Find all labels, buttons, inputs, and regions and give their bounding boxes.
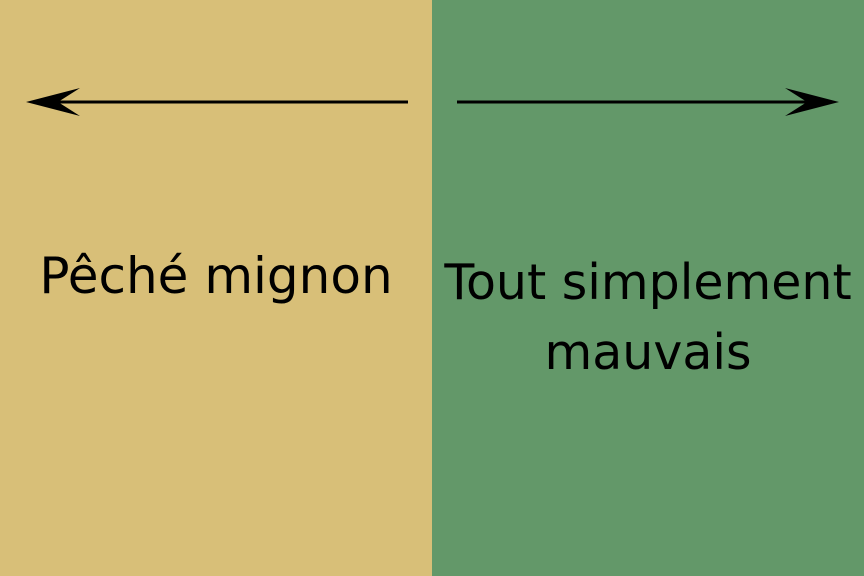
right-label: Tout simplement mauvais: [432, 248, 864, 388]
right-label-line-1: Tout simplement: [444, 254, 852, 311]
right-label-line-2: mauvais: [544, 324, 752, 381]
left-arrow-icon: [26, 88, 408, 116]
diagram-canvas: Pêché mignon Tout simplement mauvais: [0, 0, 864, 576]
right-arrow-icon: [457, 88, 839, 116]
left-label-text: Pêché mignon: [39, 247, 393, 305]
left-label: Pêché mignon: [0, 242, 432, 310]
